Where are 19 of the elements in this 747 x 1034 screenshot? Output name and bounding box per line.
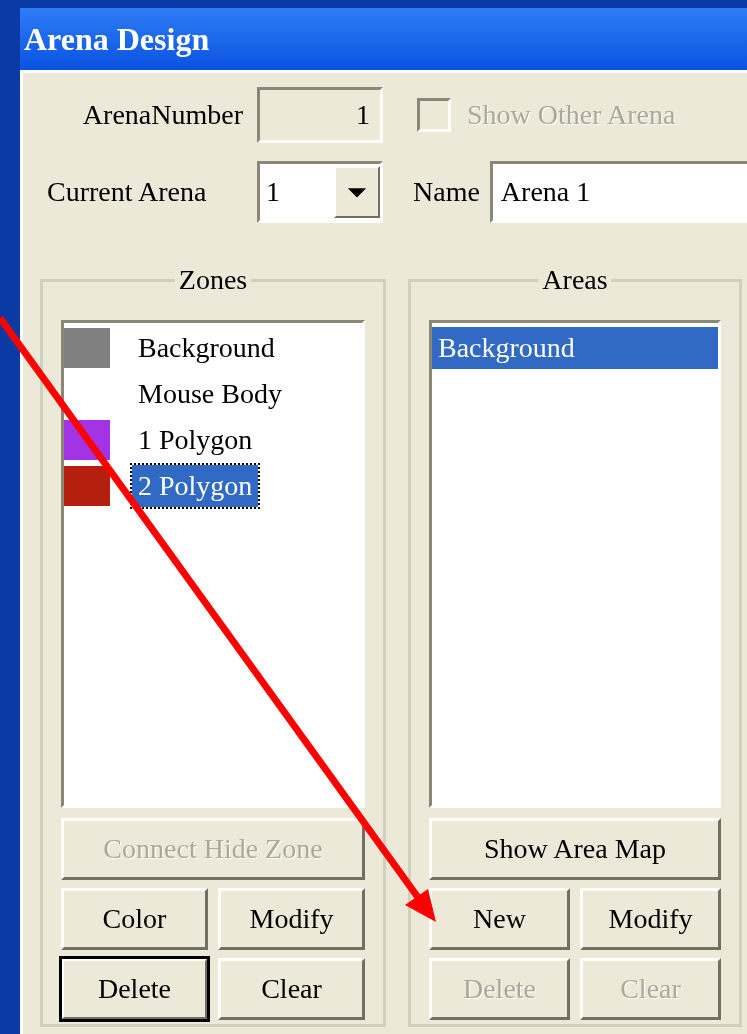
list-item[interactable]: 2 Polygon	[132, 465, 259, 507]
dialog-button[interactable]: Modify	[218, 888, 365, 950]
dialog-button[interactable]: New	[429, 888, 570, 950]
dialog-button[interactable]: Modify	[580, 888, 721, 950]
current-arena-dropdown[interactable]: 1	[257, 161, 383, 223]
list-item[interactable]: Background	[432, 327, 718, 369]
dialog-button[interactable]: Delete	[61, 958, 208, 1020]
window-title: Arena Design	[24, 20, 210, 59]
dialog-button[interactable]: Color	[61, 888, 208, 950]
list-item[interactable]: Background	[132, 327, 281, 369]
arena-number-field[interactable]: 1	[257, 87, 383, 143]
field-label: Current Arena	[47, 175, 208, 209]
field-label: Name	[413, 175, 480, 209]
list-item[interactable]: 1 Polygon	[132, 419, 259, 461]
dialog-button[interactable]: Show Area Map	[429, 818, 721, 880]
dialog-button[interactable]: Clear	[218, 958, 365, 1020]
field-label: ArenaNumber	[81, 98, 243, 132]
name-field[interactable]: Arena 1	[489, 161, 747, 223]
list-item[interactable]: Mouse Body	[132, 373, 288, 415]
